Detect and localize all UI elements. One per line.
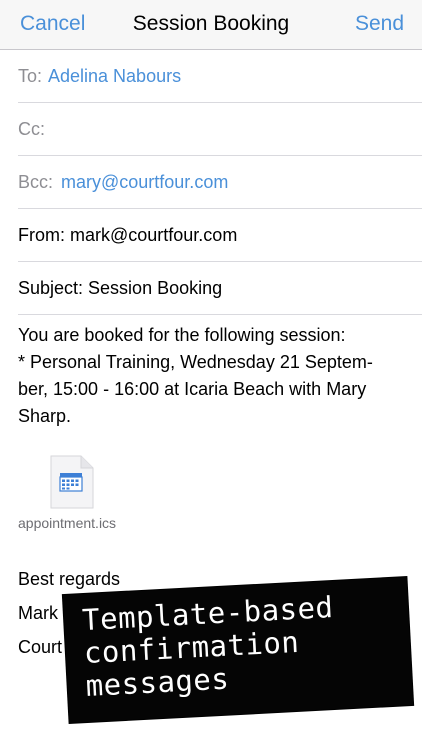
attachment-filename: appointment.ics xyxy=(18,515,117,531)
signature-regards: Best regards xyxy=(18,569,121,589)
promo-banner: Template-based confirmation messages xyxy=(62,577,414,723)
subject-field[interactable]: Subject: Session Booking xyxy=(0,262,422,315)
subject-text: Subject: Session Booking xyxy=(18,278,223,298)
signature-company: Court xyxy=(18,637,63,657)
send-button[interactable]: Send xyxy=(355,12,404,36)
bcc-recipient[interactable]: mary@courtfour.com xyxy=(61,156,228,209)
bcc-field[interactable]: Bcc: mary@courtfour.com xyxy=(0,156,422,209)
from-field[interactable]: From: mark@courtfour.com xyxy=(0,209,422,262)
cc-field[interactable]: Cc: xyxy=(0,103,422,156)
divider xyxy=(18,314,422,315)
cc-label: Cc: xyxy=(18,119,45,139)
attachment[interactable]: appointment.ics xyxy=(18,455,138,535)
signature-name: Mark xyxy=(18,603,58,623)
to-field[interactable]: To: Adelina Nabours xyxy=(0,50,422,103)
calendar-document-icon xyxy=(50,455,94,509)
to-recipient[interactable]: Adelina Nabours xyxy=(48,50,181,103)
body-line: Sharp. xyxy=(18,406,72,426)
promo-banner-text: Template-based confirmation messages xyxy=(81,588,398,703)
bcc-label: Bcc: xyxy=(18,172,54,192)
message-body[interactable]: You are booked for the following session… xyxy=(18,322,398,430)
to-label: To: xyxy=(18,66,43,86)
navigation-bar: Cancel Session Booking Send xyxy=(0,0,422,50)
cancel-button[interactable]: Cancel xyxy=(20,12,85,36)
body-line: You are booked for the following session… xyxy=(18,325,346,345)
from-text: From: mark@courtfour.com xyxy=(18,225,238,245)
body-line: * Personal Training, Wednesday 21 Septem… xyxy=(18,352,373,372)
body-line: ber, 15:00 - 16:00 at Icaria Beach with … xyxy=(18,379,367,399)
